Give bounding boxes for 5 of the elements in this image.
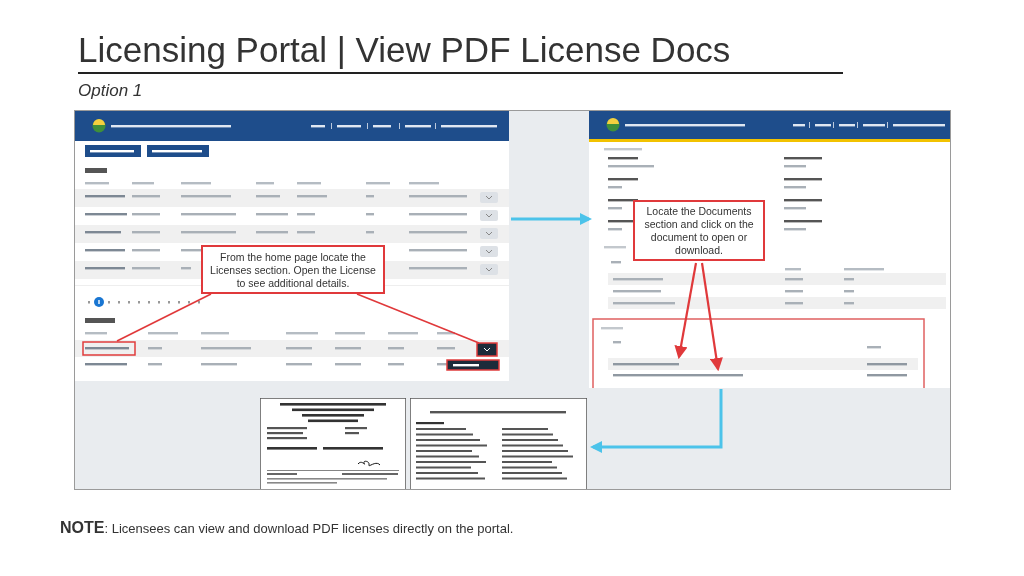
- callout-note: Locate the Documents section and click on the document to open or download.: [633, 200, 765, 261]
- slide-title: Licensing Portal | View PDF License Docs: [78, 28, 843, 74]
- slide-subtitle: Option 1: [78, 80, 144, 102]
- note-text: NOTE: Licensees can view and download PDF licenses directly on the portal.: [60, 518, 515, 538]
- callout-note: From the home page locate the Licenses section. Open the License to see additional details.: [201, 245, 385, 294]
